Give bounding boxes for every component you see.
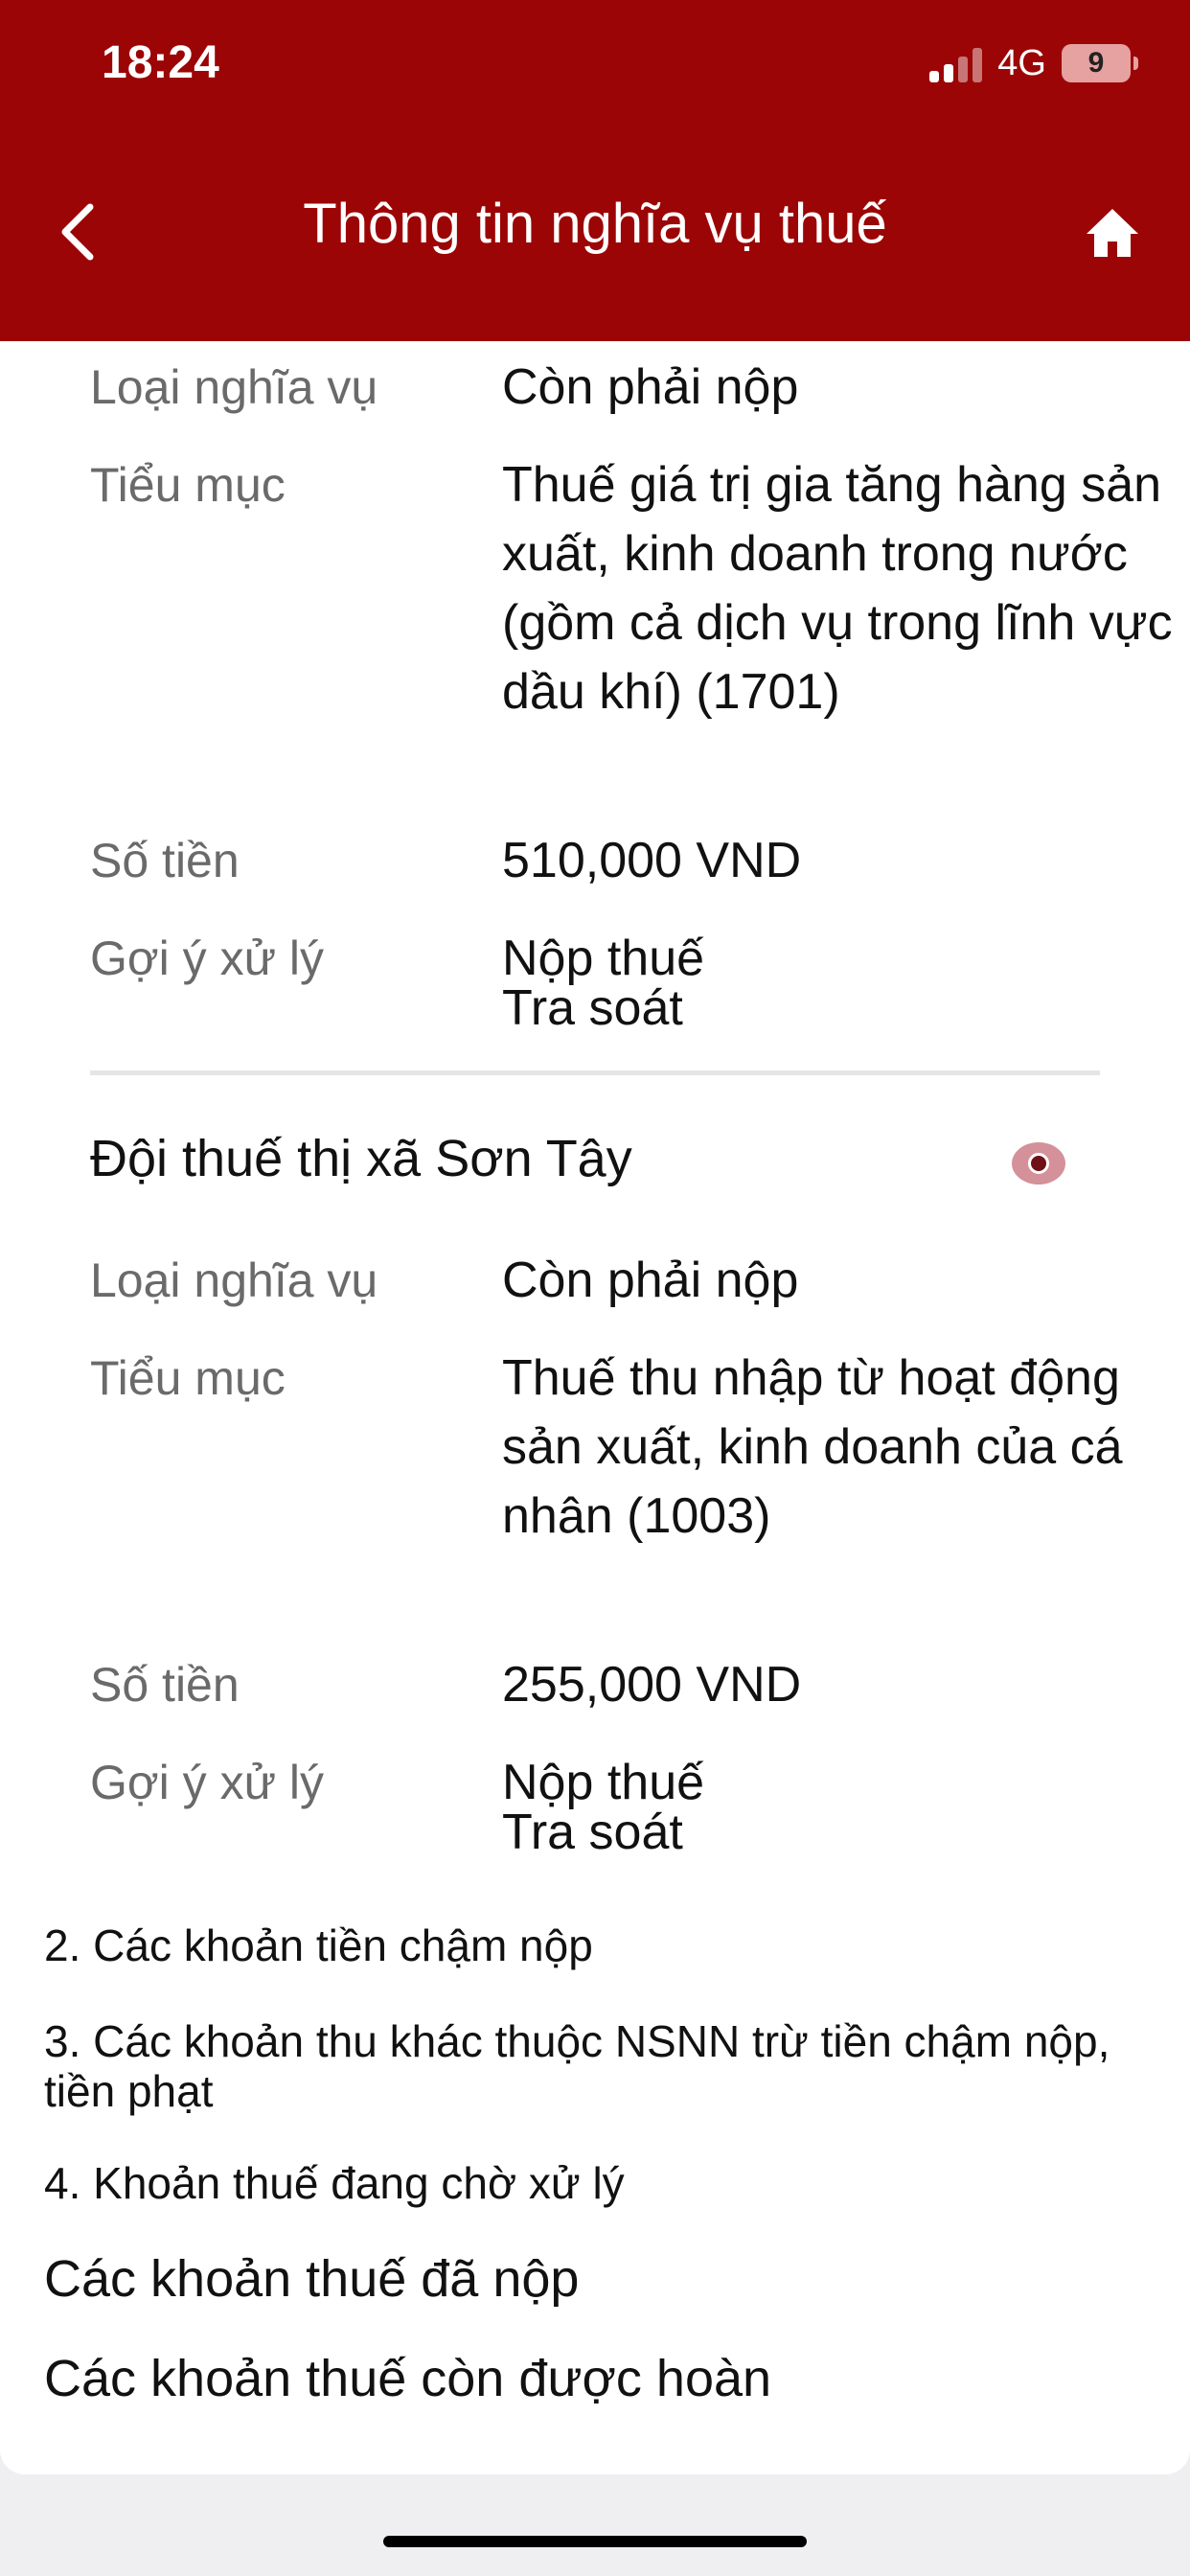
review-link[interactable]: Tra soát bbox=[502, 1807, 1182, 1857]
submenu-label: Tiểu mục bbox=[90, 458, 286, 512]
section-pending[interactable]: 4. Khoản thuế đang chờ xử lý bbox=[44, 2158, 1146, 2208]
amount-label: Số tiền bbox=[90, 834, 240, 887]
obligation-1-type-row: Loại nghĩa vụ Còn phải nộp bbox=[90, 353, 1106, 422]
obligation-2-amount-row: Số tiền 255,000 VND bbox=[90, 1650, 1106, 1719]
app-header: 18:24 4G 9 Thông tin nghĩa vụ thuế bbox=[0, 0, 1190, 341]
type-label: Loại nghĩa vụ bbox=[90, 360, 378, 414]
obligation-2-type-row: Loại nghĩa vụ Còn phải nộp bbox=[90, 1246, 1106, 1315]
obligation-1-submenu-row: Tiểu mục Thuế giá trị gia tăng hàng sản … bbox=[90, 450, 1173, 795]
submenu-value: Thuế thu nhập từ hoạt động sản xuất, kin… bbox=[502, 1350, 1123, 1544]
obligation-1-amount-row: Số tiền 510,000 VND bbox=[90, 826, 1106, 895]
submenu-value: Thuế giá trị gia tăng hàng sản xuất, kin… bbox=[502, 457, 1173, 720]
divider bbox=[90, 1070, 1100, 1075]
signal-icon bbox=[929, 44, 983, 82]
amount-label: Số tiền bbox=[90, 1658, 240, 1712]
suggest-actions: Nộp thuế Tra soát bbox=[502, 933, 1182, 1033]
content-sheet: Loại nghĩa vụ Còn phải nộp Tiểu mục Thuế… bbox=[0, 341, 1190, 2474]
home-button[interactable] bbox=[1083, 203, 1142, 263]
obligation-2-submenu-row: Tiểu mục Thuế thu nhập từ hoạt động sản … bbox=[90, 1344, 1123, 1620]
obligation-1-suggest-row: Gợi ý xử lý Nộp thuế Tra soát bbox=[90, 924, 1106, 1048]
home-indicator bbox=[383, 2536, 807, 2547]
view-details-button[interactable] bbox=[1012, 1142, 1065, 1184]
suggest-label: Gợi ý xử lý bbox=[90, 1756, 325, 1809]
obligation-2-suggest-row: Gợi ý xử lý Nộp thuế Tra soát bbox=[90, 1748, 1106, 1873]
type-value: Còn phải nộp bbox=[502, 359, 799, 415]
eye-icon bbox=[1028, 1153, 1049, 1174]
back-button[interactable] bbox=[56, 201, 103, 263]
battery-level: 9 bbox=[1087, 47, 1105, 79]
amount-value: 255,000 VND bbox=[502, 1657, 802, 1713]
battery-icon: 9 bbox=[1062, 44, 1138, 82]
status-indicators: 4G 9 bbox=[929, 40, 1138, 86]
suggest-actions: Nộp thuế Tra soát bbox=[502, 1758, 1182, 1857]
home-icon bbox=[1087, 209, 1138, 257]
amount-value: 510,000 VND bbox=[502, 833, 802, 888]
section-refundable-taxes[interactable]: Các khoản thuế còn được hoàn bbox=[44, 2353, 1146, 2404]
section-other-revenue[interactable]: 3. Các khoản thu khác thuộc NSNN trừ tiề… bbox=[44, 2016, 1146, 2116]
status-time: 18:24 bbox=[102, 37, 219, 88]
chevron-left-icon bbox=[61, 203, 94, 261]
page-title: Thông tin nghĩa vụ thuế bbox=[303, 193, 887, 255]
review-link[interactable]: Tra soát bbox=[502, 983, 1182, 1033]
network-type: 4G bbox=[997, 42, 1046, 83]
section-paid-taxes[interactable]: Các khoản thuế đã nộp bbox=[44, 2253, 1146, 2305]
section-late-payment[interactable]: 2. Các khoản tiền chậm nộp bbox=[44, 1920, 1146, 1970]
submenu-label: Tiểu mục bbox=[90, 1351, 286, 1405]
pay-tax-link[interactable]: Nộp thuế bbox=[502, 933, 1182, 983]
pay-tax-link[interactable]: Nộp thuế bbox=[502, 1758, 1182, 1807]
type-value: Còn phải nộp bbox=[502, 1253, 799, 1308]
type-label: Loại nghĩa vụ bbox=[90, 1254, 378, 1307]
tax-authority-title: Đội thuế thị xã Sơn Tây bbox=[90, 1130, 632, 1187]
suggest-label: Gợi ý xử lý bbox=[90, 932, 325, 985]
